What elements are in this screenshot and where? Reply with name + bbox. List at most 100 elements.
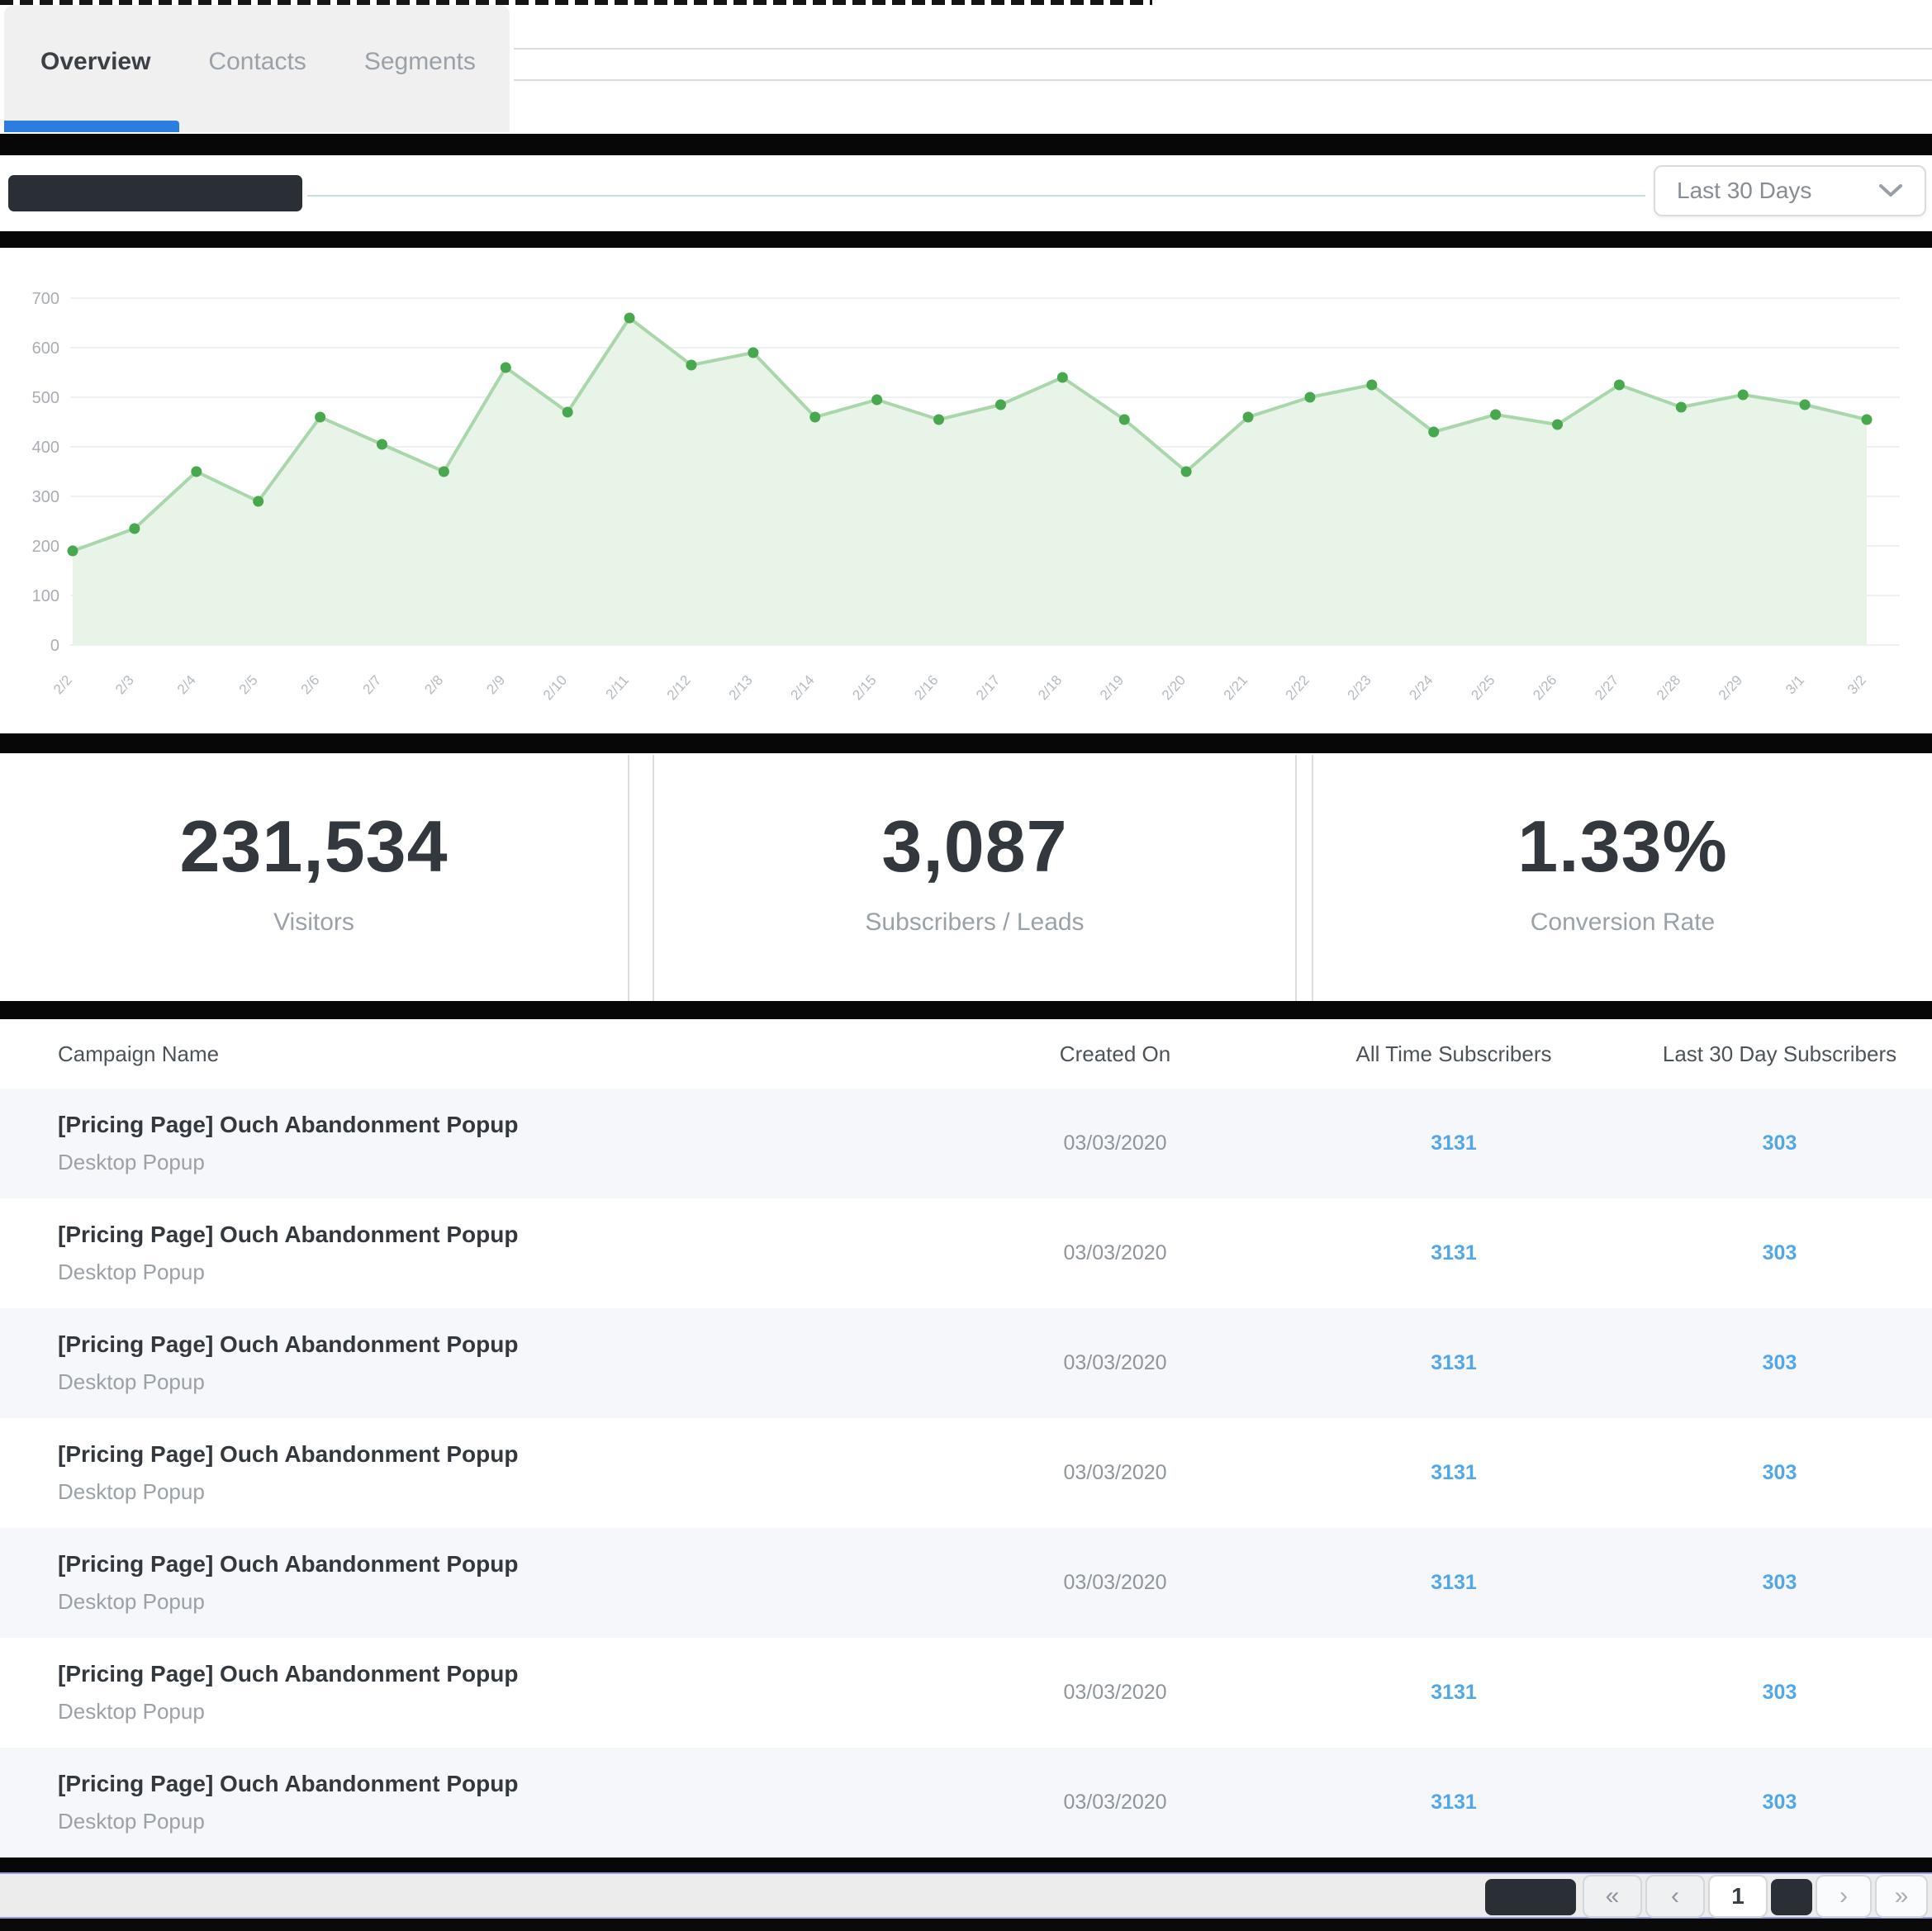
subscribers-area-chart: 01002003004005006007002/22/32/42/52/62/7… (0, 249, 1932, 732)
campaign-name-link[interactable]: [Pricing Page] Ouch Abandonment Popup (58, 1551, 950, 1578)
section-divider-bar (0, 1001, 1932, 1019)
svg-text:2/13: 2/13 (726, 672, 756, 703)
last-30-day-subscribers-link[interactable]: 303 (1627, 1241, 1932, 1265)
last-30-day-subscribers-link[interactable]: 303 (1627, 1681, 1932, 1705)
svg-text:2/10: 2/10 (540, 672, 570, 703)
svg-text:2/15: 2/15 (849, 672, 879, 703)
section-divider-bar (0, 733, 1932, 753)
svg-text:2/7: 2/7 (360, 672, 385, 697)
campaign-cell: [Pricing Page] Ouch Abandonment Popup Des… (0, 1441, 950, 1505)
date-range-value: Last 30 Days (1677, 178, 1811, 204)
conversion-rate-value: 1.33% (1517, 804, 1728, 889)
table-row: [Pricing Page] Ouch Abandonment Popup Des… (0, 1089, 1932, 1198)
svg-text:100: 100 (32, 587, 59, 605)
pagination-current-page[interactable]: 1 (1708, 1875, 1768, 1918)
last-30-day-subscribers-link[interactable]: 303 (1627, 1351, 1932, 1375)
svg-text:200: 200 (32, 538, 59, 556)
table-row: [Pricing Page] Ouch Abandonment PopupDes… (0, 1308, 1932, 1418)
campaign-name-link[interactable]: [Pricing Page] Ouch Abandonment Popup (58, 1331, 950, 1358)
campaign-cell: [Pricing Page] Ouch Abandonment Popup Des… (0, 1661, 950, 1725)
campaign-type-label: Desktop Popup (58, 1260, 950, 1285)
campaign-cell: [Pricing Page] Ouch Abandonment Popup Des… (0, 1551, 950, 1615)
table-row: [Pricing Page] Ouch Abandonment Popup Des… (0, 1748, 1932, 1857)
stats-row: 231,534 Visitors 3,087 Subscribers / Lea… (0, 755, 1932, 1001)
svg-text:700: 700 (32, 290, 59, 308)
svg-text:2/22: 2/22 (1283, 672, 1313, 703)
subscribers-label: Subscribers / Leads (865, 909, 1084, 937)
svg-text:2/9: 2/9 (483, 672, 508, 697)
svg-text:2/26: 2/26 (1530, 672, 1559, 703)
created-on-value: 03/03/2020 (950, 1681, 1280, 1705)
campaigns-table: Campaign Name Created On All Time Subscr… (0, 1019, 1932, 1857)
campaign-name-link[interactable]: [Pricing Page] Ouch Abandonment Popup (58, 1112, 950, 1138)
last-30-day-subscribers-link[interactable]: 303 (1627, 1571, 1932, 1595)
campaign-cell: [Pricing Page] Ouch Abandonment Popup Des… (0, 1112, 950, 1175)
campaign-type-label: Desktop Popup (58, 1479, 950, 1505)
created-on-value: 03/03/2020 (950, 1241, 1280, 1265)
pagination-last-button[interactable]: » (1875, 1875, 1928, 1918)
created-on-value: 03/03/2020 (950, 1351, 1280, 1375)
last-30-day-subscribers-link[interactable]: 303 (1627, 1791, 1932, 1815)
campaign-cell: [Pricing Page] Ouch Abandonment Popup Des… (0, 1771, 950, 1834)
all-time-subscribers-link[interactable]: 3131 (1280, 1791, 1627, 1815)
all-time-subscribers-link[interactable]: 3131 (1280, 1132, 1627, 1155)
chevron-down-icon (1878, 183, 1903, 198)
bottom-black-bar (0, 1919, 1932, 1931)
last-30-day-subscribers-link[interactable]: 303 (1627, 1461, 1932, 1485)
table-row: [Pricing Page] Ouch Abandonment Popup Des… (0, 1638, 1932, 1748)
svg-text:2/14: 2/14 (787, 672, 817, 703)
pagination-bar: « ‹ 1 › » (0, 1872, 1932, 1919)
tab-segments[interactable]: Segments (364, 48, 476, 76)
section-divider-bar (0, 134, 1932, 155)
section-divider-bar (0, 231, 1932, 248)
svg-text:2/21: 2/21 (1221, 672, 1251, 703)
campaign-name-link[interactable]: [Pricing Page] Ouch Abandonment Popup (58, 1441, 950, 1468)
svg-text:2/25: 2/25 (1468, 672, 1498, 703)
svg-text:600: 600 (32, 339, 59, 358)
svg-text:0: 0 (50, 637, 59, 655)
chart-title-redacted (8, 175, 302, 211)
last-30-day-subscribers-link[interactable]: 303 (1627, 1132, 1932, 1155)
campaign-name-link[interactable]: [Pricing Page] Ouch Abandonment Popup (58, 1661, 950, 1687)
divider (514, 48, 1932, 50)
svg-text:3/2: 3/2 (1844, 672, 1869, 697)
campaign-name-link[interactable]: [Pricing Page] Ouch Abandonment Popup (58, 1771, 950, 1797)
all-time-subscribers-link[interactable]: 3131 (1280, 1571, 1627, 1595)
divider (307, 195, 1645, 197)
svg-text:2/20: 2/20 (1159, 672, 1189, 703)
subscribers-chart-panel: 01002003004005006007002/22/32/42/52/62/7… (0, 249, 1932, 732)
pagination-prev-button[interactable]: ‹ (1645, 1875, 1705, 1918)
svg-text:2/29: 2/29 (1716, 672, 1745, 703)
all-time-subscribers-link[interactable]: 3131 (1280, 1351, 1627, 1375)
created-on-value: 03/03/2020 (950, 1571, 1280, 1595)
date-range-select[interactable]: Last 30 Days (1654, 165, 1926, 216)
svg-text:2/16: 2/16 (911, 672, 941, 703)
pagination-first-button[interactable]: « (1583, 1875, 1642, 1918)
svg-text:2/18: 2/18 (1035, 672, 1065, 703)
svg-text:2/11: 2/11 (603, 672, 632, 702)
campaign-type-label: Desktop Popup (58, 1589, 950, 1615)
campaign-type-label: Desktop Popup (58, 1699, 950, 1725)
svg-text:2/4: 2/4 (174, 672, 199, 697)
pagination-next-button[interactable]: › (1816, 1875, 1872, 1918)
svg-text:2/5: 2/5 (236, 672, 261, 697)
svg-text:2/23: 2/23 (1345, 672, 1374, 703)
svg-text:2/12: 2/12 (664, 672, 694, 703)
table-row: [Pricing Page] Ouch Abandonment Popup Des… (0, 1198, 1932, 1308)
tab-overview[interactable]: Overview (40, 48, 150, 76)
all-time-subscribers-link[interactable]: 3131 (1280, 1461, 1627, 1485)
pagination-total-redacted (1771, 1879, 1812, 1915)
all-time-subscribers-link[interactable]: 3131 (1280, 1681, 1627, 1705)
svg-text:2/24: 2/24 (1406, 672, 1436, 703)
svg-text:2/3: 2/3 (112, 672, 137, 697)
tab-contacts[interactable]: Contacts (208, 48, 306, 76)
stat-card-conversion-rate: 1.33% Conversion Rate (1312, 755, 1932, 1001)
svg-text:2/17: 2/17 (973, 672, 1003, 703)
column-campaign-name: Campaign Name (0, 1041, 950, 1067)
campaign-name-link[interactable]: [Pricing Page] Ouch Abandonment Popup (58, 1222, 950, 1248)
campaign-type-label: Desktop Popup (58, 1809, 950, 1834)
campaign-type-label: Desktop Popup (58, 1150, 950, 1175)
svg-text:2/28: 2/28 (1654, 672, 1683, 703)
stat-card-visitors: 231,534 Visitors (0, 755, 629, 1001)
all-time-subscribers-link[interactable]: 3131 (1280, 1241, 1627, 1265)
